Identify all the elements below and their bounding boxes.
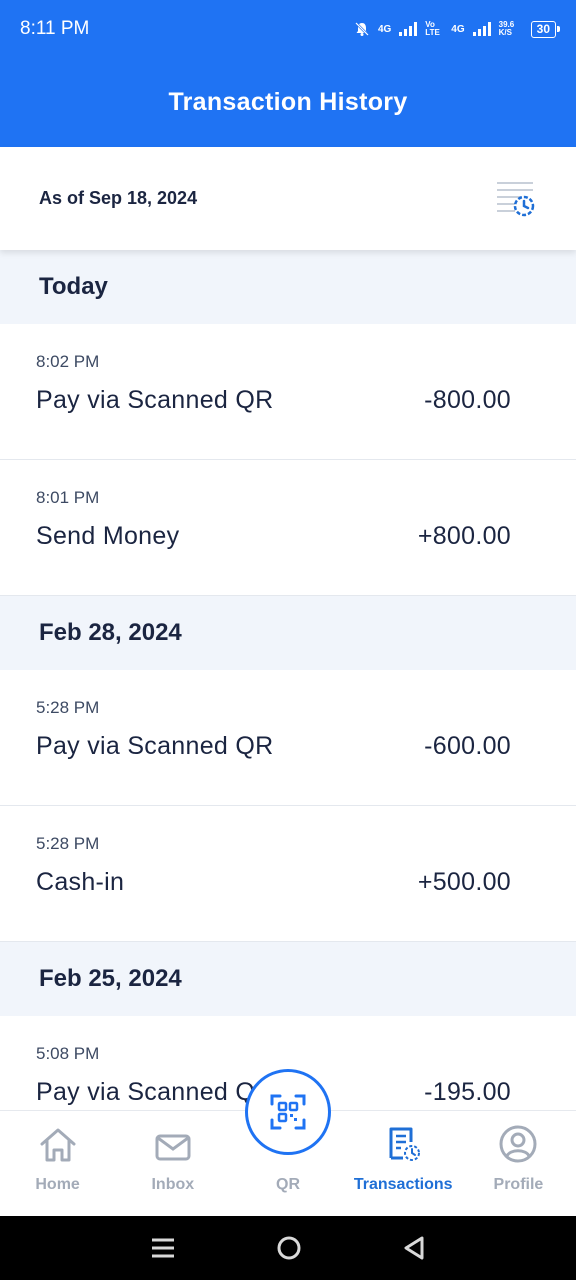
app-bar: Transaction History: [0, 58, 576, 147]
section-header-today: Today: [0, 250, 576, 324]
as-of-bar: As of Sep 18, 2024: [0, 147, 576, 250]
filter-history-icon[interactable]: [493, 177, 537, 221]
battery-icon: 30: [530, 20, 561, 38]
qr-scan-icon: [270, 1094, 306, 1130]
nav-inbox-label: Inbox: [151, 1176, 195, 1193]
transaction-amount: +500.00: [417, 868, 511, 896]
transactions-icon: [389, 1127, 421, 1161]
transaction-amount: +800.00: [417, 522, 511, 550]
transaction-row[interactable]: 8:01 PM Send Money +800.00: [0, 460, 576, 596]
nav-qr-label: QR: [276, 1176, 300, 1193]
back-icon[interactable]: [402, 1235, 426, 1261]
network-type-1: 4G: [377, 23, 392, 35]
transaction-row[interactable]: 8:02 PM Pay via Scanned QR -800.00: [0, 324, 576, 460]
profile-icon: [499, 1125, 537, 1163]
section-header-feb-28: Feb 28, 2024: [0, 596, 576, 670]
transaction-description: Cash-in: [36, 868, 125, 896]
network-speed: 39.6 K/S: [498, 20, 515, 37]
signal-icon: [399, 22, 418, 36]
network-type-2: 4G: [451, 23, 465, 35]
nav-transactions[interactable]: Transactions: [346, 1111, 461, 1216]
home-circle-icon[interactable]: [276, 1235, 302, 1261]
transaction-description: Pay via Scanned QR: [36, 1078, 274, 1106]
transaction-time: 8:01 PM: [36, 488, 100, 507]
recent-apps-icon[interactable]: [150, 1237, 176, 1259]
qr-scan-button[interactable]: [245, 1069, 331, 1155]
transaction-amount: -195.00: [424, 1078, 511, 1106]
transaction-description: Send Money: [36, 522, 180, 550]
transaction-time: 5:28 PM: [36, 698, 100, 717]
transaction-amount: -800.00: [424, 386, 511, 414]
as-of-date: As of Sep 18, 2024: [39, 188, 198, 208]
home-icon: [40, 1128, 76, 1162]
transaction-description: Pay via Scanned QR: [36, 386, 274, 414]
status-icons: 4G Vo LTE 4G 39.6 K/S 30: [354, 20, 561, 38]
volte-label: Vo LTE: [425, 20, 440, 37]
mail-icon: [155, 1134, 191, 1161]
transaction-list[interactable]: Today 8:02 PM Pay via Scanned QR -800.00…: [0, 250, 576, 1110]
nav-home[interactable]: Home: [0, 1111, 115, 1216]
status-time: 8:11 PM: [20, 18, 90, 39]
nav-profile[interactable]: Profile: [461, 1111, 576, 1216]
system-nav-bar: [0, 1216, 576, 1280]
nav-inbox[interactable]: Inbox: [115, 1111, 230, 1216]
section-header-feb-25: Feb 25, 2024: [0, 942, 576, 1016]
transaction-time: 8:02 PM: [36, 352, 100, 371]
transaction-time: 5:28 PM: [36, 834, 100, 853]
transaction-description: Pay via Scanned QR: [36, 732, 274, 760]
status-bar: 8:11 PM 4G Vo LTE 4G 39.6 K/S 30: [0, 0, 576, 58]
nav-profile-label: Profile: [493, 1176, 544, 1193]
nav-transactions-label: Transactions: [353, 1176, 453, 1193]
signal-icon-2: [472, 22, 491, 36]
page-title: Transaction History: [168, 88, 408, 116]
notifications-off-icon: [355, 22, 369, 36]
transaction-amount: -600.00: [424, 732, 511, 760]
nav-home-label: Home: [35, 1176, 80, 1193]
transaction-time: 5:08 PM: [36, 1044, 100, 1063]
transaction-row[interactable]: 5:28 PM Pay via Scanned QR -600.00: [0, 670, 576, 806]
transaction-row[interactable]: 5:28 PM Cash-in +500.00: [0, 806, 576, 942]
